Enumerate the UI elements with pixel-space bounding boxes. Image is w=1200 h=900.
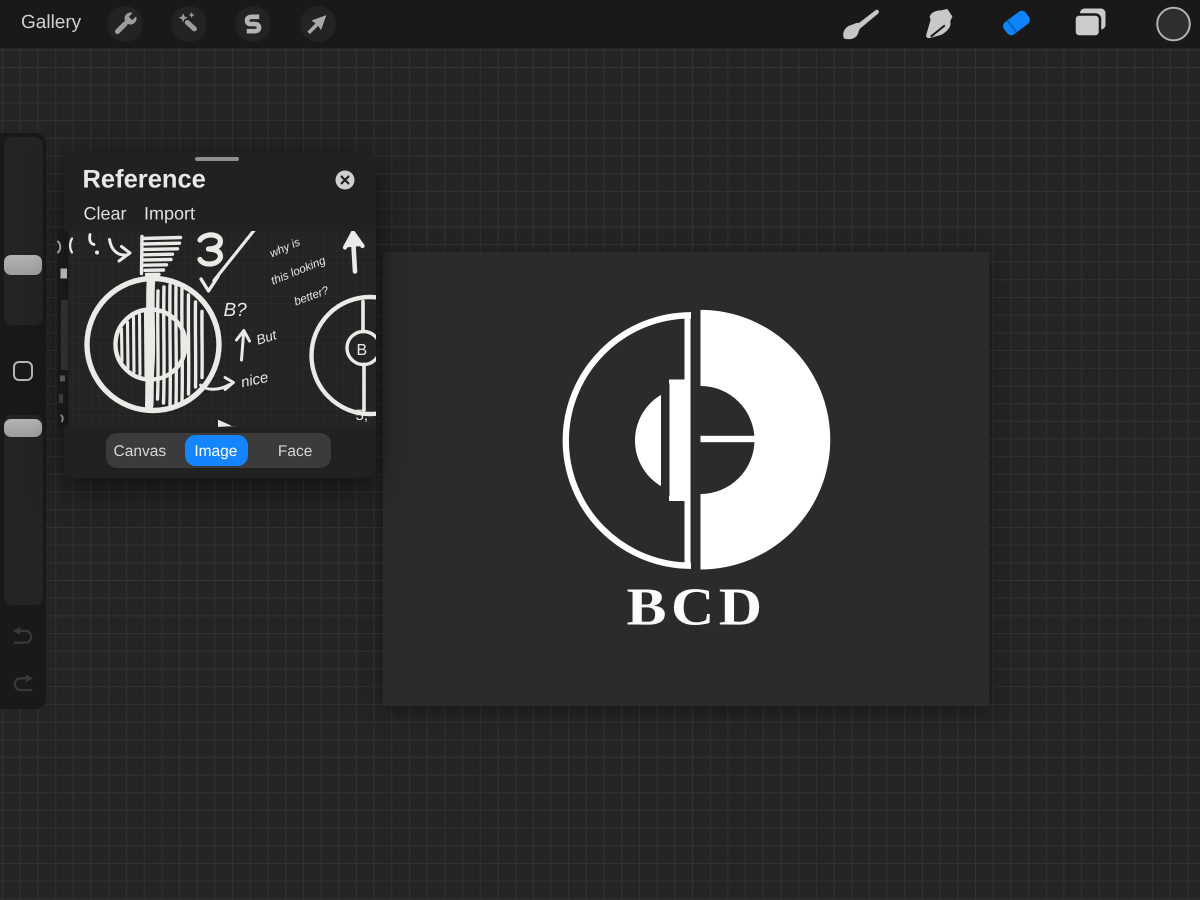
- svg-text:Gallery: Gallery: [21, 12, 82, 33]
- svg-text:BCD: BCD: [626, 576, 766, 636]
- svg-text:B: B: [356, 342, 367, 359]
- svg-text:B?: B?: [223, 300, 247, 321]
- svg-text:Reference: Reference: [82, 165, 205, 193]
- svg-text:5,: 5,: [355, 407, 368, 424]
- svg-text:Canvas: Canvas: [113, 443, 166, 460]
- svg-text:Image: Image: [194, 443, 237, 460]
- svg-text:Clear: Clear: [83, 204, 126, 224]
- svg-text:Import: Import: [144, 204, 195, 224]
- svg-text:Face: Face: [277, 443, 311, 460]
